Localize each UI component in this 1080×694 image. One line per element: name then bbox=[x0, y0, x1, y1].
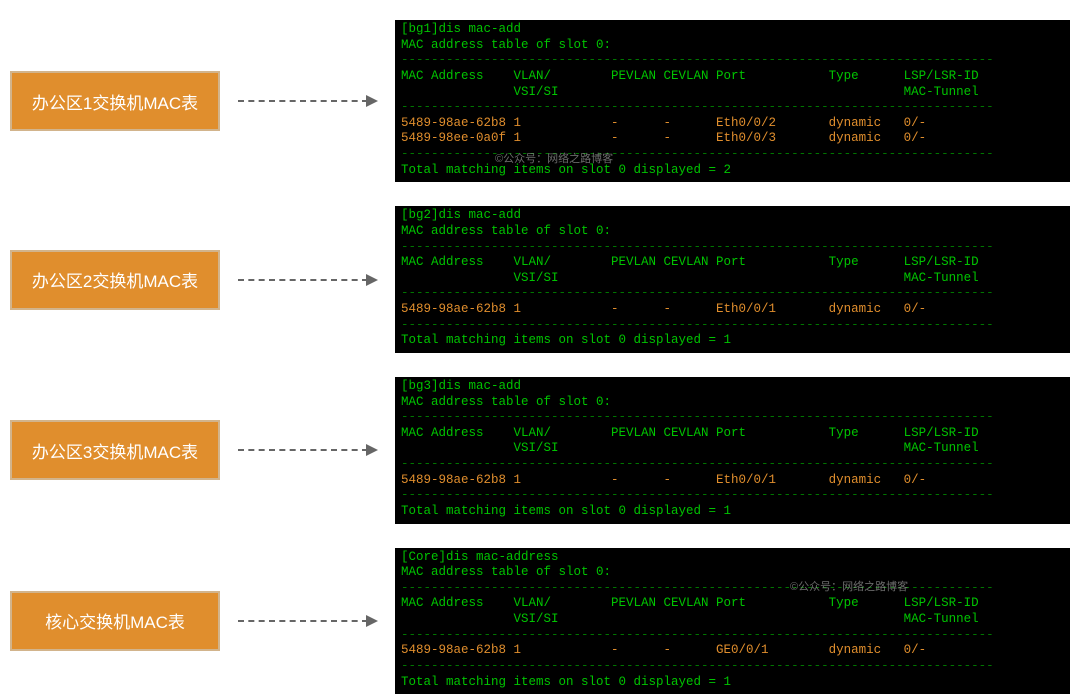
arrow bbox=[220, 274, 395, 286]
terminal-footer: Total matching items on slot 0 displayed… bbox=[401, 675, 731, 689]
terminal-output: [bg3]dis mac-add MAC address table of sl… bbox=[395, 377, 1070, 524]
terminal-command: dis mac-address bbox=[446, 550, 559, 564]
terminal-divider: ----------------------------------------… bbox=[401, 100, 994, 114]
terminal-col-headers-2: VSI/SI MAC-Tunnel bbox=[401, 612, 979, 626]
terminal-output: [bg2]dis mac-add MAC address table of sl… bbox=[395, 206, 1070, 353]
switch-row-3: 核心交换机MAC表 [Core]dis mac-address MAC addre… bbox=[10, 548, 1070, 694]
watermark-text: ©公众号：网络之路博客 bbox=[790, 578, 908, 594]
terminal-divider: ----------------------------------------… bbox=[401, 457, 994, 471]
terminal-divider: ----------------------------------------… bbox=[401, 659, 994, 673]
arrow bbox=[220, 95, 395, 107]
switch-row-1: 办公区2交换机MAC表 [bg2]dis mac-add MAC address … bbox=[10, 206, 1070, 353]
mac-table-row: 5489-98ae-62b8 1 - - Eth0/0/1 dynamic 0/… bbox=[401, 473, 926, 487]
terminal-col-headers: MAC Address VLAN/ PEVLAN CEVLAN Port Typ… bbox=[401, 596, 979, 610]
mac-table-row: 5489-98ee-0a0f 1 - - Eth0/0/3 dynamic 0/… bbox=[401, 131, 926, 145]
arrow bbox=[220, 615, 395, 627]
terminal-command: dis mac-add bbox=[439, 22, 522, 36]
terminal-divider: ----------------------------------------… bbox=[401, 488, 994, 502]
terminal-divider: ----------------------------------------… bbox=[401, 628, 994, 642]
terminal-col-headers: MAC Address VLAN/ PEVLAN CEVLAN Port Typ… bbox=[401, 69, 979, 83]
terminal-command: dis mac-add bbox=[439, 208, 522, 222]
mac-table-row: 5489-98ae-62b8 1 - - Eth0/0/2 dynamic 0/… bbox=[401, 116, 926, 130]
switch-label-box: 办公区2交换机MAC表 bbox=[10, 250, 220, 310]
terminal-col-headers-2: VSI/SI MAC-Tunnel bbox=[401, 85, 979, 99]
switch-label-box: 办公区1交换机MAC表 bbox=[10, 71, 220, 131]
terminal-divider: ----------------------------------------… bbox=[401, 240, 994, 254]
terminal-header: MAC address table of slot 0: bbox=[401, 565, 611, 579]
terminal-prompt: [bg3] bbox=[401, 379, 439, 393]
arrow-line bbox=[238, 620, 368, 622]
terminal-command: dis mac-add bbox=[439, 379, 522, 393]
mac-table-row: 5489-98ae-62b8 1 - - GE0/0/1 dynamic 0/- bbox=[401, 643, 926, 657]
terminal-divider: ----------------------------------------… bbox=[401, 53, 994, 67]
switch-label-box: 核心交换机MAC表 bbox=[10, 591, 220, 651]
terminal-prompt: [bg1] bbox=[401, 22, 439, 36]
terminal-divider: ----------------------------------------… bbox=[401, 286, 994, 300]
terminal-col-headers: MAC Address VLAN/ PEVLAN CEVLAN Port Typ… bbox=[401, 255, 979, 269]
mac-table-row: 5489-98ae-62b8 1 - - Eth0/0/1 dynamic 0/… bbox=[401, 302, 926, 316]
terminal-prompt: [Core] bbox=[401, 550, 446, 564]
terminal-header: MAC address table of slot 0: bbox=[401, 38, 611, 52]
arrow-line bbox=[238, 449, 368, 451]
terminal-output: [Core]dis mac-address MAC address table … bbox=[395, 548, 1070, 694]
terminal-divider: ----------------------------------------… bbox=[401, 318, 994, 332]
watermark-text: ©公众号：网络之路博客 bbox=[495, 150, 613, 166]
terminal-divider: ----------------------------------------… bbox=[401, 410, 994, 424]
arrow-line bbox=[238, 279, 368, 281]
arrow-line bbox=[238, 100, 368, 102]
terminal-prompt: [bg2] bbox=[401, 208, 439, 222]
arrow bbox=[220, 444, 395, 456]
switch-row-2: 办公区3交换机MAC表 [bg3]dis mac-add MAC address … bbox=[10, 377, 1070, 524]
terminal-header: MAC address table of slot 0: bbox=[401, 395, 611, 409]
terminal-col-headers-2: VSI/SI MAC-Tunnel bbox=[401, 271, 979, 285]
terminal-col-headers-2: VSI/SI MAC-Tunnel bbox=[401, 441, 979, 455]
switch-label-box: 办公区3交换机MAC表 bbox=[10, 420, 220, 480]
terminal-col-headers: MAC Address VLAN/ PEVLAN CEVLAN Port Typ… bbox=[401, 426, 979, 440]
terminal-footer: Total matching items on slot 0 displayed… bbox=[401, 504, 731, 518]
terminal-footer: Total matching items on slot 0 displayed… bbox=[401, 333, 731, 347]
terminal-header: MAC address table of slot 0: bbox=[401, 224, 611, 238]
terminal-divider: ----------------------------------------… bbox=[401, 147, 994, 161]
